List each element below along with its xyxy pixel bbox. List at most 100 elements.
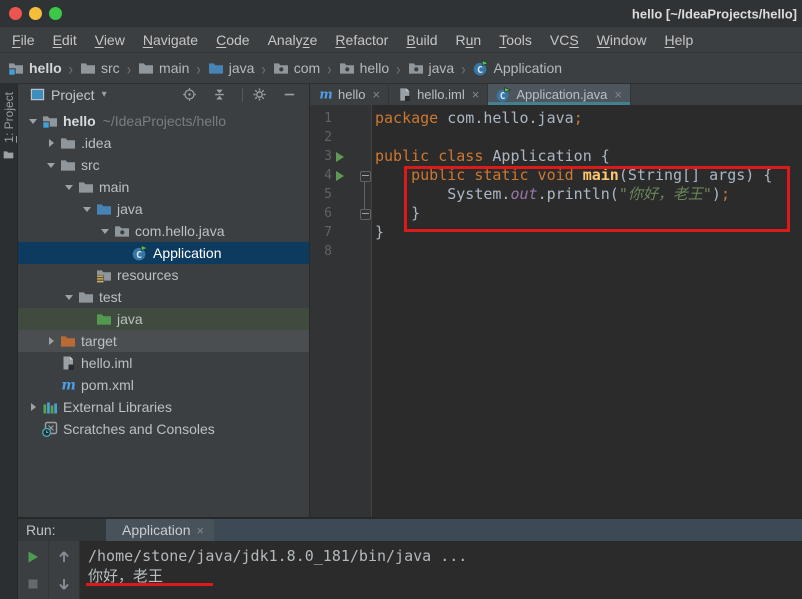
fold-line [364,181,365,209]
code-line: public class Application { [375,147,772,166]
close-icon[interactable]: × [614,87,622,102]
tree-item-hello[interactable]: hello~/IdeaProjects/hello [18,110,309,132]
svg-text:C: C [500,91,506,102]
code-area[interactable]: package com.hello.java;public class Appl… [372,105,772,517]
run-line-icon[interactable] [332,171,348,181]
code-token: Application { [483,147,609,165]
tree-item-idea[interactable]: .idea [18,132,309,154]
breadcrumb-label: java [229,60,255,76]
tree-item-test[interactable]: test [18,286,309,308]
menu-refactor[interactable]: Refactor [326,32,397,48]
menu-build[interactable]: Build [397,32,446,48]
run-line-icon[interactable] [332,152,348,162]
stop-button[interactable] [25,576,41,592]
tree-collapsed-arrow-icon[interactable] [24,403,42,411]
menu-file[interactable]: File [3,32,44,48]
tab-hello[interactable]: mhello× [310,84,389,105]
code-token: package [375,109,438,127]
tab-hello-iml[interactable]: hello.iml× [389,84,488,105]
tree-collapsed-arrow-icon[interactable] [42,139,60,147]
tree-item-hello-iml[interactable]: hello.iml [18,352,309,374]
tree-item-target[interactable]: target [18,330,309,352]
menu-edit[interactable]: Edit [44,32,86,48]
tool-window-stripe: 1: Project [0,84,18,599]
svg-text:m: m [62,378,76,394]
maximize-window-button[interactable] [49,7,62,20]
fold-start-marker[interactable] [360,171,371,182]
menu-window[interactable]: Window [588,32,656,48]
run-toolbar [18,541,80,599]
close-icon[interactable]: × [372,87,380,102]
up-button[interactable] [56,549,72,565]
code-token: System. [375,185,510,203]
project-tree: hello~/IdeaProjects/hello.ideasrc main jav… [18,105,309,440]
settings-icon[interactable] [252,87,273,102]
code-token: com.hello.java [438,109,573,127]
breadcrumb-label: hello [360,60,390,76]
menu-code[interactable]: Code [207,32,258,48]
editor-body[interactable]: 12345678 package com.hello.java;public c… [310,105,802,517]
menu-analyze[interactable]: Analyze [259,32,327,48]
line-number: 6 [310,206,332,221]
tree-item-java[interactable]: java [18,308,309,330]
breadcrumb-label: src [101,60,120,76]
collapse-all-icon[interactable] [212,87,233,102]
tree-item-label: Application [153,245,222,261]
tree-expanded-arrow-icon[interactable] [60,295,78,300]
tree-expanded-arrow-icon[interactable] [24,119,42,124]
minimize-window-button[interactable] [29,7,42,20]
menu-navigate[interactable]: Navigate [134,32,207,48]
tree-item-external-libraries[interactable]: External Libraries [18,396,309,418]
tree-item-com-hello-java[interactable]: com.hello.java [18,220,309,242]
tab-application-java[interactable]: CApplication.java× [488,84,631,105]
code-token: out [510,185,537,203]
breadcrumb-item-hello[interactable]: hello [339,60,390,76]
line-number: 1 [310,111,332,126]
tree-item-application[interactable]: C Application [18,242,309,264]
breadcrumb-item-application[interactable]: CApplication [473,60,563,76]
tree-item-main[interactable]: main [18,176,309,198]
chevron-down-icon[interactable]: ▾ [102,89,107,100]
locate-icon[interactable] [182,87,203,102]
menu-vcs[interactable]: VCS [541,32,588,48]
close-icon[interactable]: × [197,523,205,538]
editor-tabs: mhello×hello.iml×CApplication.java× [310,84,802,105]
gutter-row: 8 [310,242,371,261]
hide-icon[interactable] [282,87,303,102]
down-button[interactable] [56,576,72,592]
run-tab-application[interactable]: Application × [106,519,214,541]
breadcrumb-label: Application [494,60,563,76]
tree-expanded-arrow-icon[interactable] [42,163,60,168]
breadcrumb-item-java[interactable]: java [408,60,455,76]
tree-expanded-arrow-icon[interactable] [78,207,96,212]
run-console[interactable]: /home/stone/java/jdk1.8.0_181/bin/java .… [80,541,802,599]
rerun-button[interactable] [25,549,41,565]
tree-item-label: main [99,179,129,195]
tree-collapsed-arrow-icon[interactable] [42,337,60,345]
svg-text:C: C [136,250,142,261]
tree-expanded-arrow-icon[interactable] [60,185,78,190]
tree-item-resources[interactable]: resources [18,264,309,286]
code-token: (String[] args) { [619,166,773,184]
breadcrumb-item-hello[interactable]: hello [8,60,62,76]
folder-blue-icon [208,60,224,76]
tree-item-pom-xml[interactable]: mpom.xml [18,374,309,396]
project-tool-button[interactable]: 1: Project [0,84,17,160]
tree-item-src[interactable]: src [18,154,309,176]
menu-run[interactable]: Run [447,32,491,48]
tree-expanded-arrow-icon[interactable] [96,229,114,234]
breadcrumb-item-main[interactable]: main [138,60,189,76]
fold-end-marker[interactable] [360,209,371,220]
tree-item-scratches-and-consoles[interactable]: Scratches and Consoles [18,418,309,440]
folder-icon [60,157,76,173]
menu-tools[interactable]: Tools [490,32,541,48]
breadcrumb-item-com[interactable]: com [273,60,320,76]
tree-item-java[interactable]: java [18,198,309,220]
close-window-button[interactable] [9,7,22,20]
menu-help[interactable]: Help [656,32,703,48]
breadcrumb-item-java[interactable]: java [208,60,255,76]
breadcrumb-item-src[interactable]: src [80,60,120,76]
breadcrumb-separator: › [261,58,265,78]
menu-view[interactable]: View [86,32,134,48]
close-icon[interactable]: × [472,87,480,102]
